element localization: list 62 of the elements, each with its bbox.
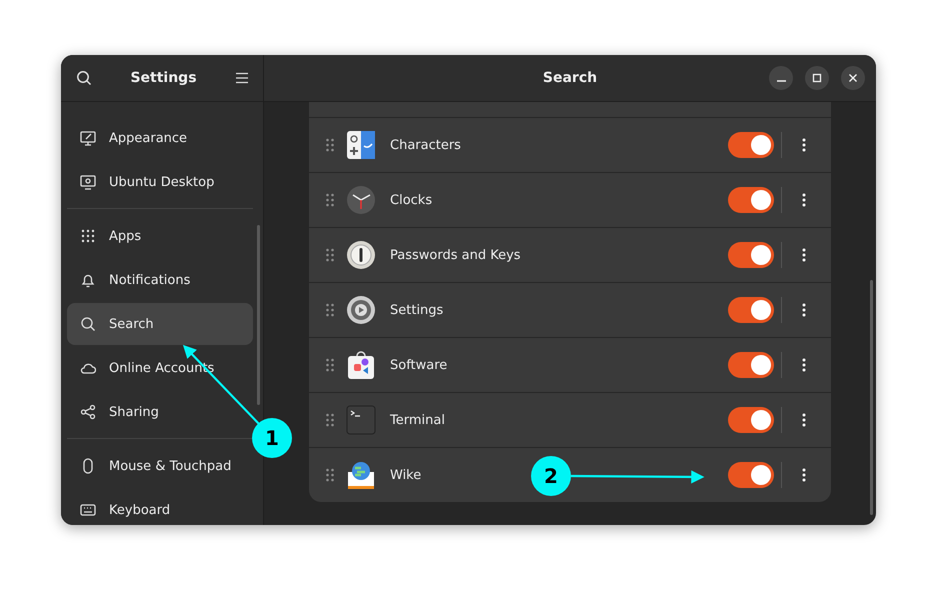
toggle-switch[interactable]	[728, 352, 774, 378]
sidebar-item-icon	[80, 316, 96, 332]
app-icon	[346, 350, 376, 380]
minimize-button[interactable]	[769, 66, 793, 90]
page-title: Search	[542, 70, 598, 86]
more-options-icon	[802, 358, 806, 372]
more-options-icon	[802, 303, 806, 317]
drag-handle-icon[interactable]	[326, 193, 334, 207]
sidebar-item[interactable]: Apps	[67, 215, 253, 257]
sidebar-item-icon	[80, 174, 96, 190]
menu-icon[interactable]	[235, 72, 249, 84]
app-icon	[346, 295, 376, 325]
sidebar-title: Settings	[130, 70, 197, 86]
app-name: Passwords and Keys	[390, 248, 521, 262]
drag-handle-icon[interactable]	[326, 138, 334, 152]
app-name: Software	[390, 358, 448, 372]
sidebar-item[interactable]: Mouse & Touchpad	[67, 445, 253, 487]
sidebar-item[interactable]: Search	[67, 303, 253, 345]
search-icon[interactable]	[76, 70, 92, 86]
scrollbar[interactable]	[257, 225, 260, 405]
sidebar-item-icon	[80, 502, 96, 518]
toggle-switch[interactable]	[728, 132, 774, 158]
app-icon	[346, 240, 376, 270]
sidebar-item-icon	[80, 130, 96, 146]
app-icon	[346, 130, 376, 160]
toggle-switch[interactable]	[728, 187, 774, 213]
sidebar-item[interactable]: Keyboard	[67, 489, 253, 525]
more-options-icon	[802, 413, 806, 427]
app-name: Wike	[390, 468, 422, 482]
sidebar-item-icon	[80, 404, 96, 420]
drag-handle-icon[interactable]	[326, 358, 334, 372]
toggle-switch[interactable]	[728, 242, 774, 268]
app-icon	[346, 185, 376, 215]
more-options-icon	[802, 193, 806, 207]
app-icon	[346, 460, 376, 490]
app-name: Settings	[390, 302, 444, 318]
sidebar-item[interactable]: Sharing	[67, 391, 253, 433]
sidebar-item-icon	[80, 272, 96, 288]
more-options-icon	[802, 138, 806, 152]
drag-handle-icon[interactable]	[326, 248, 334, 262]
more-options-icon	[802, 248, 806, 262]
close-button[interactable]	[841, 66, 865, 90]
sidebar-item[interactable]: Ubuntu Desktop	[67, 161, 253, 203]
toggle-switch[interactable]	[728, 407, 774, 433]
sidebar-item[interactable]: Appearance	[67, 117, 253, 159]
toggle-switch[interactable]	[728, 462, 774, 488]
sidebar-item-icon	[80, 228, 96, 244]
drag-handle-icon[interactable]	[326, 303, 334, 317]
app-name: Clocks	[390, 192, 432, 208]
sidebar-item[interactable]: Notifications	[67, 259, 253, 301]
app-name: Characters	[390, 138, 461, 152]
maximize-icon	[812, 73, 822, 83]
drag-handle-icon[interactable]	[326, 413, 334, 427]
toggle-switch[interactable]	[728, 297, 774, 323]
maximize-button[interactable]	[805, 66, 829, 90]
more-options-icon	[802, 468, 806, 482]
app-name: Terminal	[390, 412, 445, 428]
app-icon	[346, 405, 376, 435]
scrollbar[interactable]	[870, 280, 873, 515]
drag-handle-icon[interactable]	[326, 468, 334, 482]
close-icon	[848, 73, 858, 83]
minimize-icon	[776, 80, 786, 82]
